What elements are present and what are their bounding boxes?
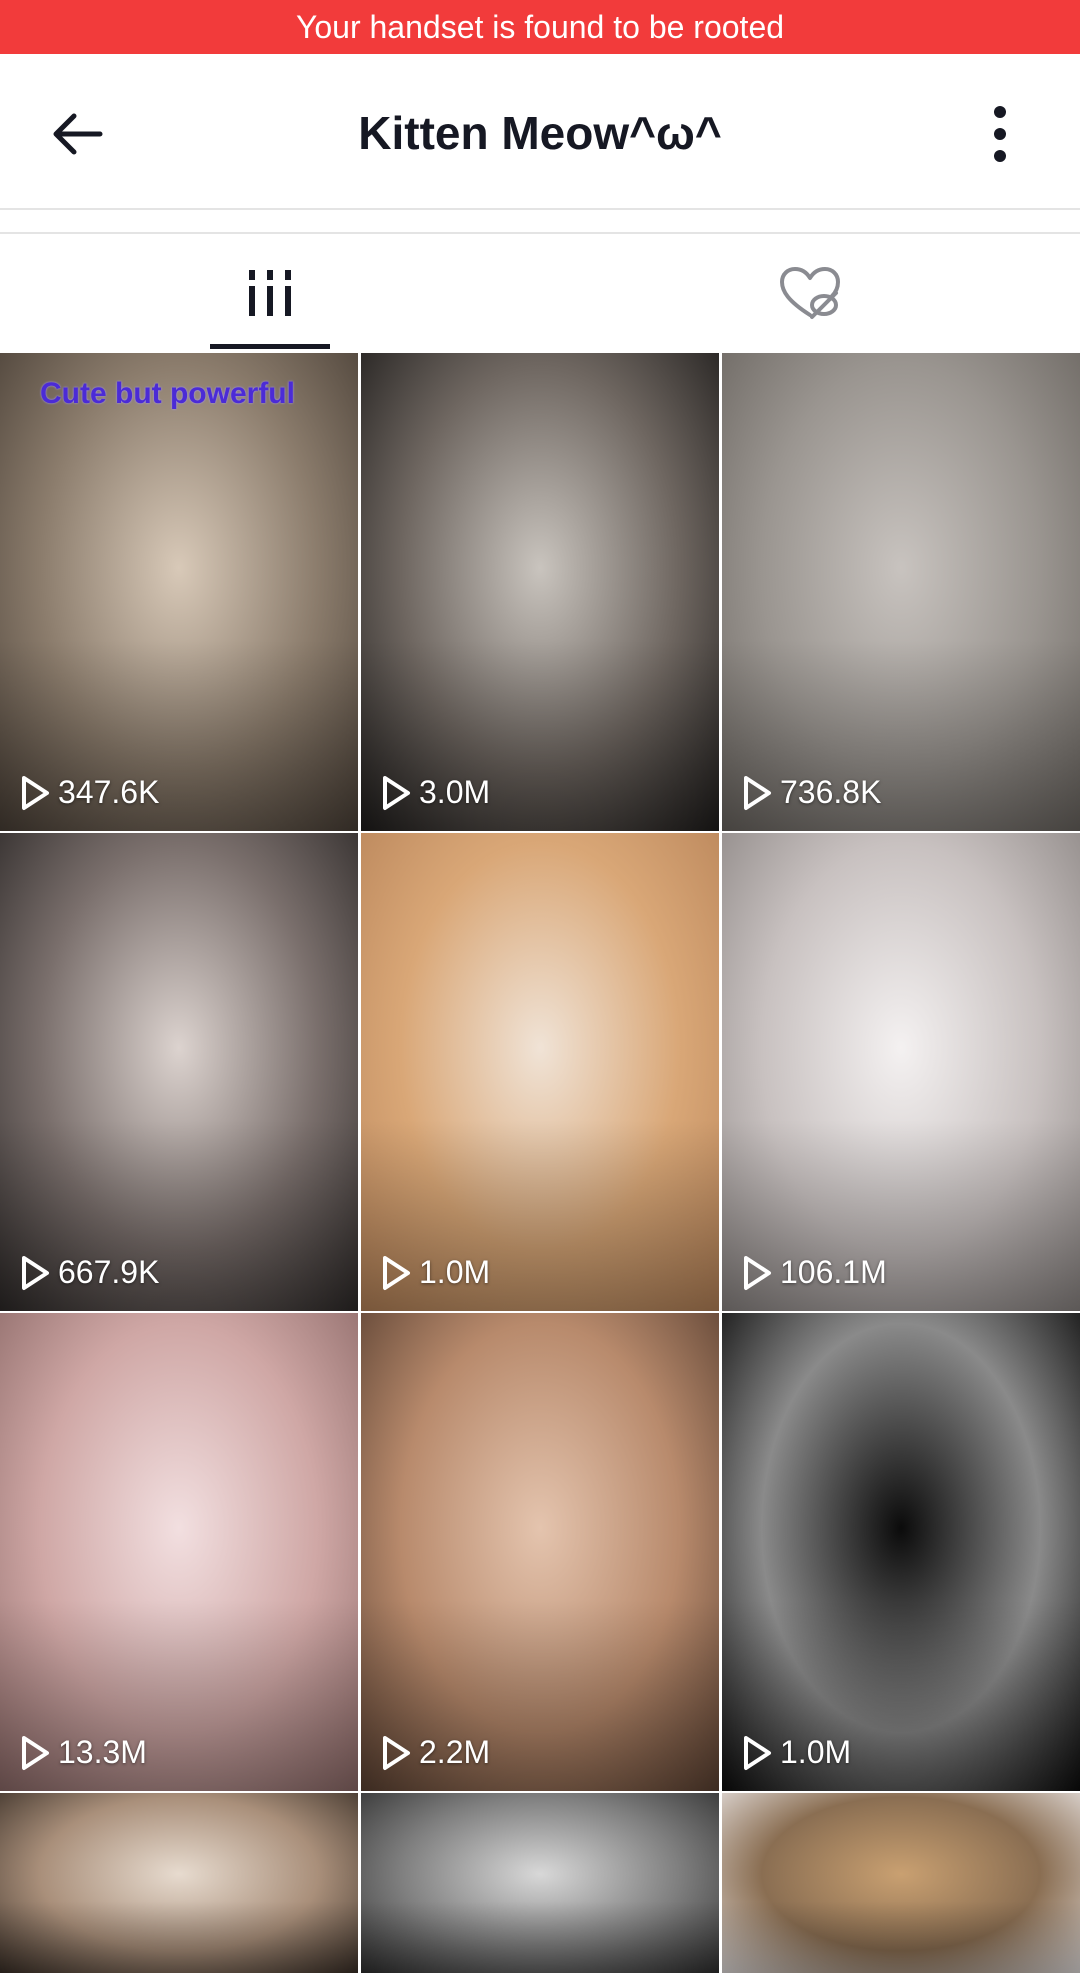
- play-icon: [22, 1255, 49, 1290]
- top-bar: Kitten Meow^ω^: [0, 54, 1080, 210]
- view-count: 347.6K: [20, 774, 159, 811]
- video-thumbnail[interactable]: 106.1M: [722, 833, 1080, 1311]
- video-thumbnail[interactable]: Cute but powerful 347.6K: [0, 353, 358, 831]
- video-thumbnail[interactable]: 667.9K: [0, 833, 358, 1311]
- thumbnail-shade: [361, 1793, 719, 1973]
- banner-text: Your handset is found to be rooted: [295, 8, 785, 45]
- rooted-warning-banner: Your handset is found to be rooted: [0, 0, 1080, 54]
- thumbnail-shade: [361, 353, 719, 831]
- view-count-label: 667.9K: [58, 1254, 160, 1290]
- header-divider: [0, 210, 1080, 234]
- video-thumbnail[interactable]: [722, 1793, 1080, 1973]
- view-count-label: 1.0M: [780, 1734, 852, 1770]
- view-count: 667.9K: [20, 1254, 159, 1291]
- thumbnail-shade: [722, 1313, 1080, 1791]
- thumbnail-shade: [0, 1793, 358, 1973]
- video-thumbnail[interactable]: 736.8K: [722, 353, 1080, 831]
- heart-hidden-icon: [780, 267, 840, 319]
- view-count: 1.0M: [381, 1254, 490, 1291]
- video-thumbnail[interactable]: 13.3M: [0, 1313, 358, 1791]
- video-thumbnail[interactable]: 3.0M: [361, 353, 719, 831]
- page-title: Kitten Meow^ω^: [358, 107, 722, 159]
- view-count: 2.2M: [381, 1734, 490, 1771]
- thumbnail-shade: [0, 353, 358, 831]
- video-thumbnail[interactable]: [361, 1793, 719, 1973]
- thumbnail-shade: [722, 353, 1080, 831]
- play-icon: [22, 1735, 49, 1770]
- video-thumbnail[interactable]: 1.0M: [361, 833, 719, 1311]
- view-count: 736.8K: [742, 774, 881, 811]
- play-icon: [383, 1255, 410, 1290]
- grid-columns-icon: [249, 270, 291, 316]
- video-thumbnail[interactable]: 1.0M: [722, 1313, 1080, 1791]
- thumbnail-shade: [0, 833, 358, 1311]
- view-count-label: 106.1M: [780, 1254, 887, 1290]
- tab-videos[interactable]: [0, 234, 540, 352]
- play-icon: [22, 775, 49, 810]
- play-icon: [383, 1735, 410, 1770]
- video-thumbnail[interactable]: 2.2M: [361, 1313, 719, 1791]
- view-count: 13.3M: [20, 1734, 147, 1771]
- play-icon: [383, 775, 410, 810]
- tab-liked[interactable]: [540, 234, 1080, 352]
- play-icon: [744, 775, 771, 810]
- view-count: 3.0M: [381, 774, 490, 811]
- thumbnail-shade: [361, 833, 719, 1311]
- view-count-label: 13.3M: [58, 1734, 147, 1770]
- play-icon: [744, 1255, 771, 1290]
- view-count-label: 3.0M: [419, 774, 491, 810]
- video-thumbnail[interactable]: [0, 1793, 358, 1973]
- more-options-button[interactable]: [960, 94, 1040, 174]
- active-tab-indicator: [210, 344, 330, 349]
- thumbnail-shade: [0, 1313, 358, 1791]
- view-count: 106.1M: [742, 1254, 887, 1291]
- view-count-label: 736.8K: [780, 774, 882, 810]
- view-count-label: 1.0M: [419, 1254, 491, 1290]
- video-caption: Cute but powerful: [40, 377, 295, 410]
- play-icon: [744, 1735, 771, 1770]
- view-count-label: 347.6K: [58, 774, 160, 810]
- thumbnail-shade: [722, 1793, 1080, 1973]
- profile-tabs: [0, 234, 1080, 352]
- view-count: 1.0M: [742, 1734, 851, 1771]
- thumbnail-shade: [361, 1313, 719, 1791]
- vertical-dots-icon: [994, 106, 1006, 162]
- thumbnail-shade: [722, 833, 1080, 1311]
- view-count-label: 2.2M: [419, 1734, 491, 1770]
